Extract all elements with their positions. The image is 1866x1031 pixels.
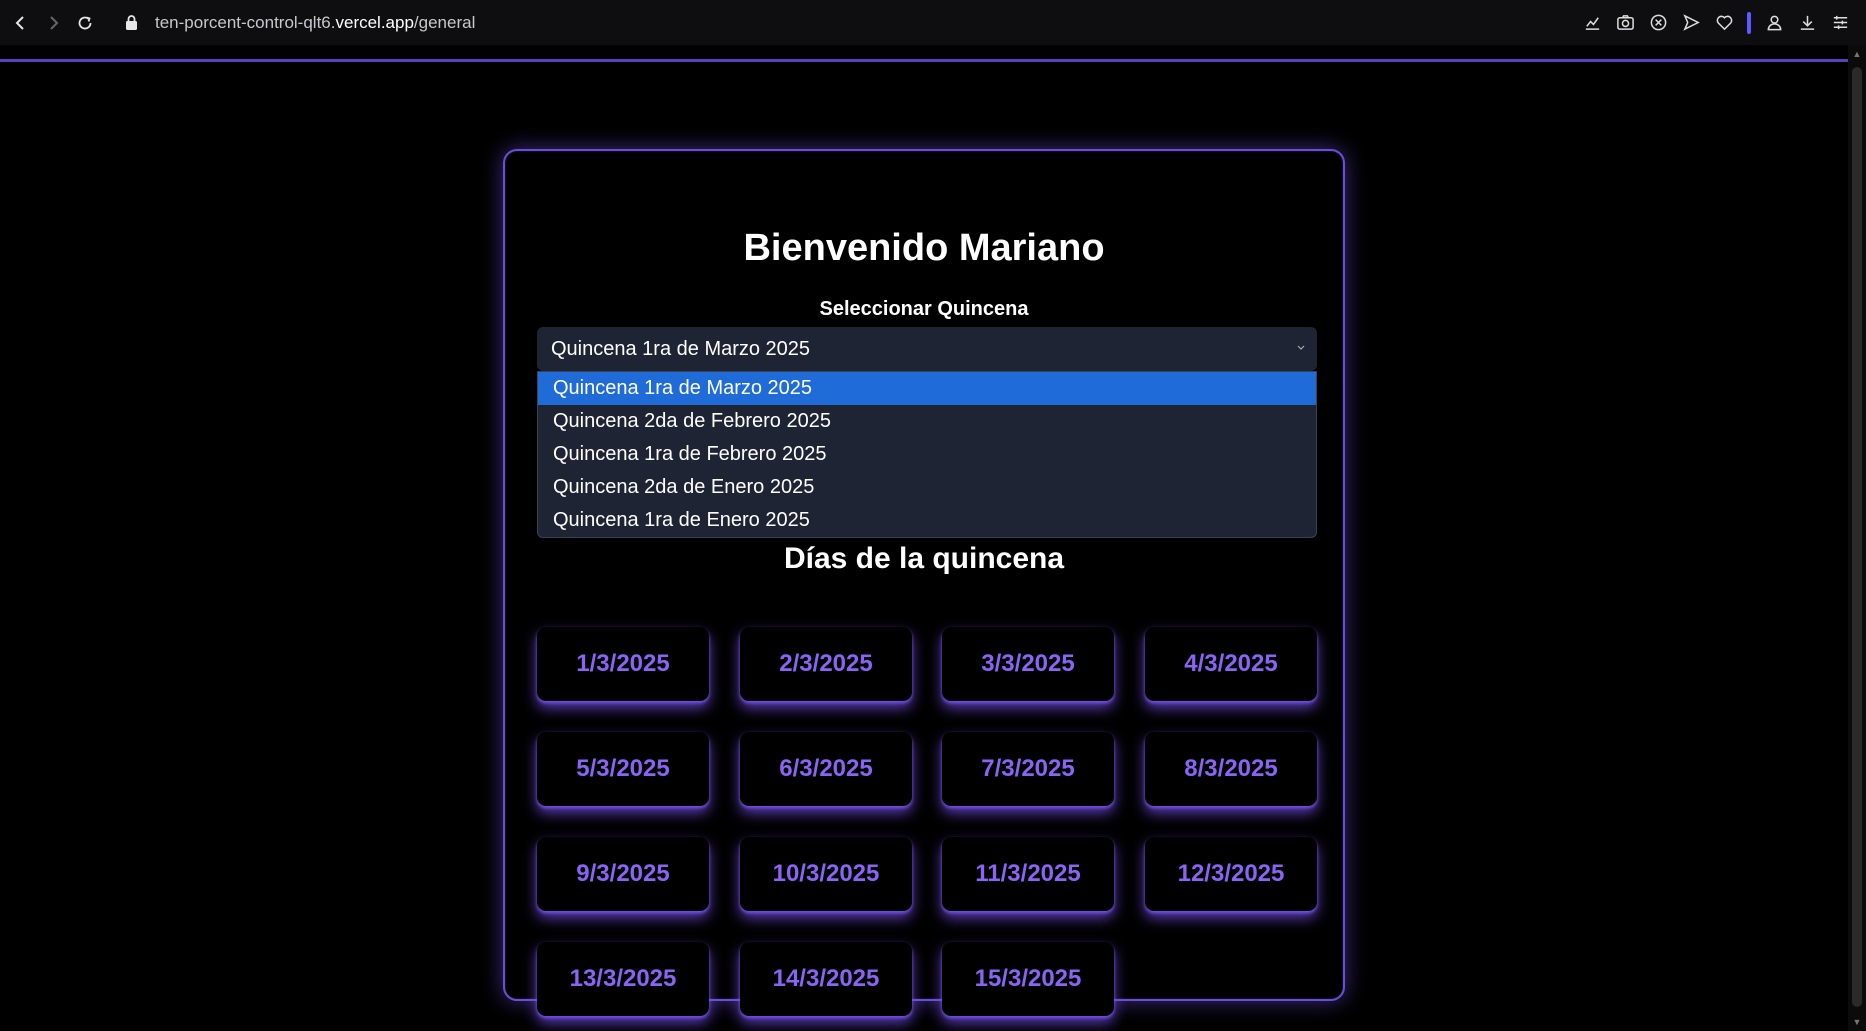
- day-button[interactable]: 13/3/2025: [537, 942, 709, 1016]
- forward-icon[interactable]: [40, 10, 66, 36]
- url-domain: vercel.app: [335, 12, 414, 32]
- header-divider: [0, 59, 1848, 62]
- select-label: Seleccionar Quincena: [819, 298, 1029, 320]
- day-button[interactable]: 3/3/2025: [942, 627, 1114, 701]
- day-button[interactable]: 5/3/2025: [537, 732, 709, 806]
- quincena-select[interactable]: Quincena 1ra de Marzo 2025: [537, 327, 1317, 371]
- day-button[interactable]: 14/3/2025: [740, 942, 912, 1016]
- days-title: Días de la quincena: [783, 542, 1065, 575]
- back-icon[interactable]: [8, 10, 34, 36]
- profile-icon[interactable]: [1764, 13, 1784, 33]
- download-icon[interactable]: [1797, 13, 1817, 33]
- day-button[interactable]: 1/3/2025: [537, 627, 709, 701]
- day-button[interactable]: 4/3/2025: [1145, 627, 1317, 701]
- dropdown-option[interactable]: Quincena 2da de Enero 2025: [538, 471, 1316, 504]
- day-button[interactable]: 2/3/2025: [740, 627, 912, 701]
- camera-icon[interactable]: [1615, 13, 1635, 33]
- dropdown-option[interactable]: Quincena 1ra de Febrero 2025: [538, 438, 1316, 471]
- address-bar[interactable]: ten-porcent-control-qlt6. vercel.app/gene…: [124, 13, 475, 33]
- day-button[interactable]: 6/3/2025: [740, 732, 912, 806]
- browser-toolbar: ten-porcent-control-qlt6. vercel.app/gene…: [0, 0, 1866, 45]
- toolbar-divider: [1747, 11, 1751, 34]
- menu-icon[interactable]: [1830, 13, 1850, 33]
- dropdown-option[interactable]: Quincena 2da de Febrero 2025: [538, 405, 1316, 438]
- url-prefix: ten-porcent-control-qlt6.: [155, 12, 336, 32]
- day-button[interactable]: 11/3/2025: [942, 837, 1114, 911]
- day-button[interactable]: 10/3/2025: [740, 837, 912, 911]
- page-scrollbar[interactable]: ▲ ▼: [1848, 45, 1866, 1031]
- chevron-down-icon: [1297, 345, 1305, 350]
- day-button[interactable]: 12/3/2025: [1145, 837, 1317, 911]
- day-button[interactable]: 15/3/2025: [942, 942, 1114, 1016]
- main-card: Bienvenido Mariano Seleccionar Quincena …: [503, 149, 1345, 1016]
- dropdown-option[interactable]: Quincena 1ra de Marzo 2025: [538, 372, 1316, 405]
- quincena-dropdown: Quincena 1ra de Marzo 2025 Quincena 2da …: [537, 371, 1317, 538]
- page-content: Bienvenido Mariano Seleccionar Quincena …: [0, 45, 1848, 1031]
- dropdown-option[interactable]: Quincena 1ra de Enero 2025: [538, 504, 1316, 537]
- lock-icon: [126, 15, 137, 30]
- scroll-down-icon[interactable]: ▼: [1852, 1017, 1862, 1027]
- day-button[interactable]: 9/3/2025: [537, 837, 709, 911]
- scroll-thumb[interactable]: [1852, 67, 1862, 1007]
- reload-icon[interactable]: [72, 10, 98, 36]
- send-icon[interactable]: [1681, 13, 1701, 33]
- select-value: Quincena 1ra de Marzo 2025: [551, 337, 811, 360]
- day-button[interactable]: 8/3/2025: [1145, 732, 1317, 806]
- day-button[interactable]: 7/3/2025: [942, 732, 1114, 806]
- page-title: Bienvenido Mariano: [743, 227, 1105, 269]
- url-path: /general: [413, 12, 476, 32]
- block-icon[interactable]: [1648, 13, 1668, 33]
- edit-chart-icon[interactable]: [1582, 13, 1602, 33]
- scroll-up-icon[interactable]: ▲: [1852, 49, 1862, 59]
- heart-icon[interactable]: [1714, 13, 1734, 33]
